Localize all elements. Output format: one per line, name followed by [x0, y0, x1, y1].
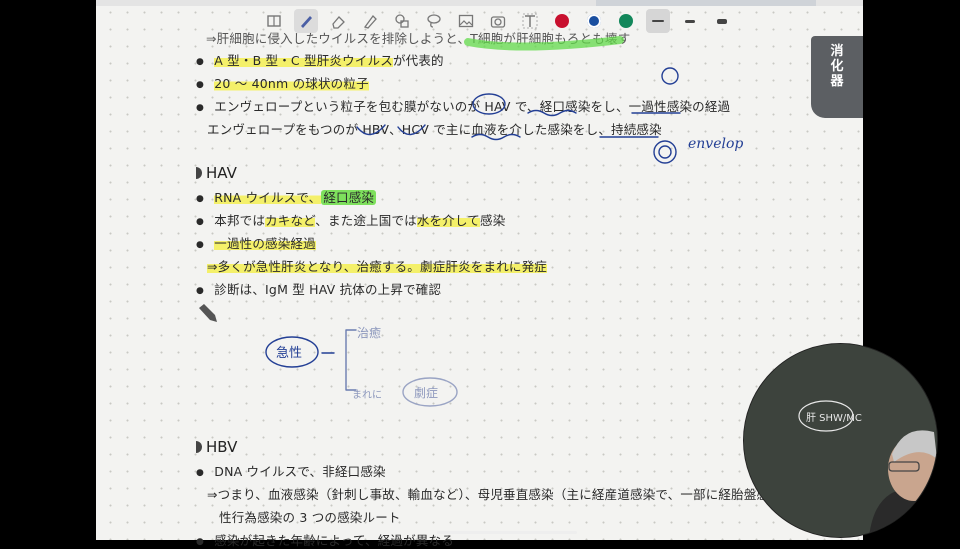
hav-line-3: 一過性の感染経過 — [196, 233, 316, 252]
side-tab-char-3: 器 — [830, 74, 844, 89]
hav-line-2-water: 水を介して — [416, 213, 480, 228]
hbv-line-2: ⇒つまり、血液感染（針刺し事故、輸血など）、母児垂直感染（主に経産道感染で、一部… — [207, 487, 802, 502]
presenter-webcam: 肝 SHW/MC — [743, 343, 938, 538]
hbv-line-3: 性行為感染の 3 つの感染ルート — [219, 510, 401, 525]
top-tab-segment — [596, 0, 816, 6]
hav-line-2-oysters: カキなど — [265, 213, 316, 228]
green-swatch — [619, 14, 633, 28]
hav-line-1-a: RNA ウイルスで、 — [214, 190, 322, 205]
hav-line-1-oral: 経口感染 — [321, 190, 377, 205]
hav-line-1: RNA ウイルスで、経口感染 — [196, 187, 377, 206]
hav-heading-text: HAV — [206, 164, 237, 182]
stroke-thick-button[interactable] — [710, 9, 734, 33]
hbv-heading: HBV — [196, 438, 237, 456]
blue-swatch — [587, 14, 601, 28]
red-swatch — [555, 14, 569, 28]
home-indicator — [437, 531, 577, 534]
hav-line-4: ⇒多くが急性肝炎となり、治癒する。劇症肝炎をまれに発症 — [207, 256, 547, 275]
note-line-top-partial: ⇒肝細胞に侵入したウイルスを排除しようと、T細胞が肝細胞もろとも壊す — [206, 31, 631, 46]
note-line-a: A 型・B 型・C 型肝炎ウイルスが代表的 — [196, 50, 444, 69]
hav-heading: HAV — [196, 164, 237, 182]
hbv-line-4-text: 感染が起きた年齢によって、経過が異なる — [214, 533, 454, 548]
note-line-c: エンヴェロープという粒子を包む膜がないのが HAV で、経口感染をし、一過性感染… — [196, 96, 730, 115]
stroke-medium-button[interactable] — [678, 9, 702, 33]
top-status-strip — [96, 0, 863, 6]
hav-line-2-a: 本邦では — [214, 213, 266, 228]
section-tab-digestive[interactable]: 消 化 器 — [811, 36, 863, 118]
hbv-line-1-text: DNA ウイルスで、非経口感染 — [214, 464, 386, 479]
hav-line-2: 本邦ではカキなど、また途上国では水を介して感染 — [196, 210, 505, 229]
hav-line-4-text: ⇒多くが急性肝炎となり、治癒する。劇症肝炎をまれに発症 — [207, 259, 547, 274]
thick-line-icon — [717, 18, 727, 24]
hav-line-5-text: 診断は、IgM 型 HAV 抗体の上昇で確認 — [214, 282, 442, 297]
hbv-line-1: DNA ウイルスで、非経口感染 — [196, 461, 386, 480]
webcam-scene: 肝 SHW/MC — [744, 344, 937, 537]
highlight-hepatitis-types: A 型・B 型・C 型肝炎ウイルス — [214, 53, 393, 68]
note-line-c-text: エンヴェロープという粒子を包む膜がないのが HAV で、経口感染をし、一過性感染… — [214, 99, 731, 114]
side-tab-char-1: 消 — [830, 44, 844, 59]
note-line-d: エンヴェロープをもつのが HBV、HCV で主に血液を介した感染をし、持続感染 — [207, 122, 662, 137]
thin-line-icon — [652, 20, 664, 22]
heading-marker-icon — [196, 167, 202, 179]
hav-line-2-c: 、また途上国では — [315, 213, 417, 228]
heading-marker-icon — [196, 441, 202, 453]
hav-line-2-e: 感染 — [480, 213, 506, 228]
stroke-thin-button[interactable] — [646, 9, 670, 33]
note-line-b-text: 20 〜 40nm の球状の粒子 — [214, 76, 369, 91]
hav-line-5: 診断は、IgM 型 HAV 抗体の上昇で確認 — [196, 279, 441, 298]
medium-line-icon — [685, 19, 695, 23]
webcam-board-text: 肝 SHW/MC — [806, 412, 862, 424]
hbv-heading-text: HBV — [206, 438, 238, 456]
pencil-icon[interactable] — [196, 302, 218, 328]
note-line-a-rest: が代表的 — [392, 53, 444, 68]
note-line-b: 20 〜 40nm の球状の粒子 — [196, 73, 369, 92]
side-tab-char-2: 化 — [830, 59, 844, 74]
hav-line-3-text: 一過性の感染経過 — [214, 236, 316, 251]
